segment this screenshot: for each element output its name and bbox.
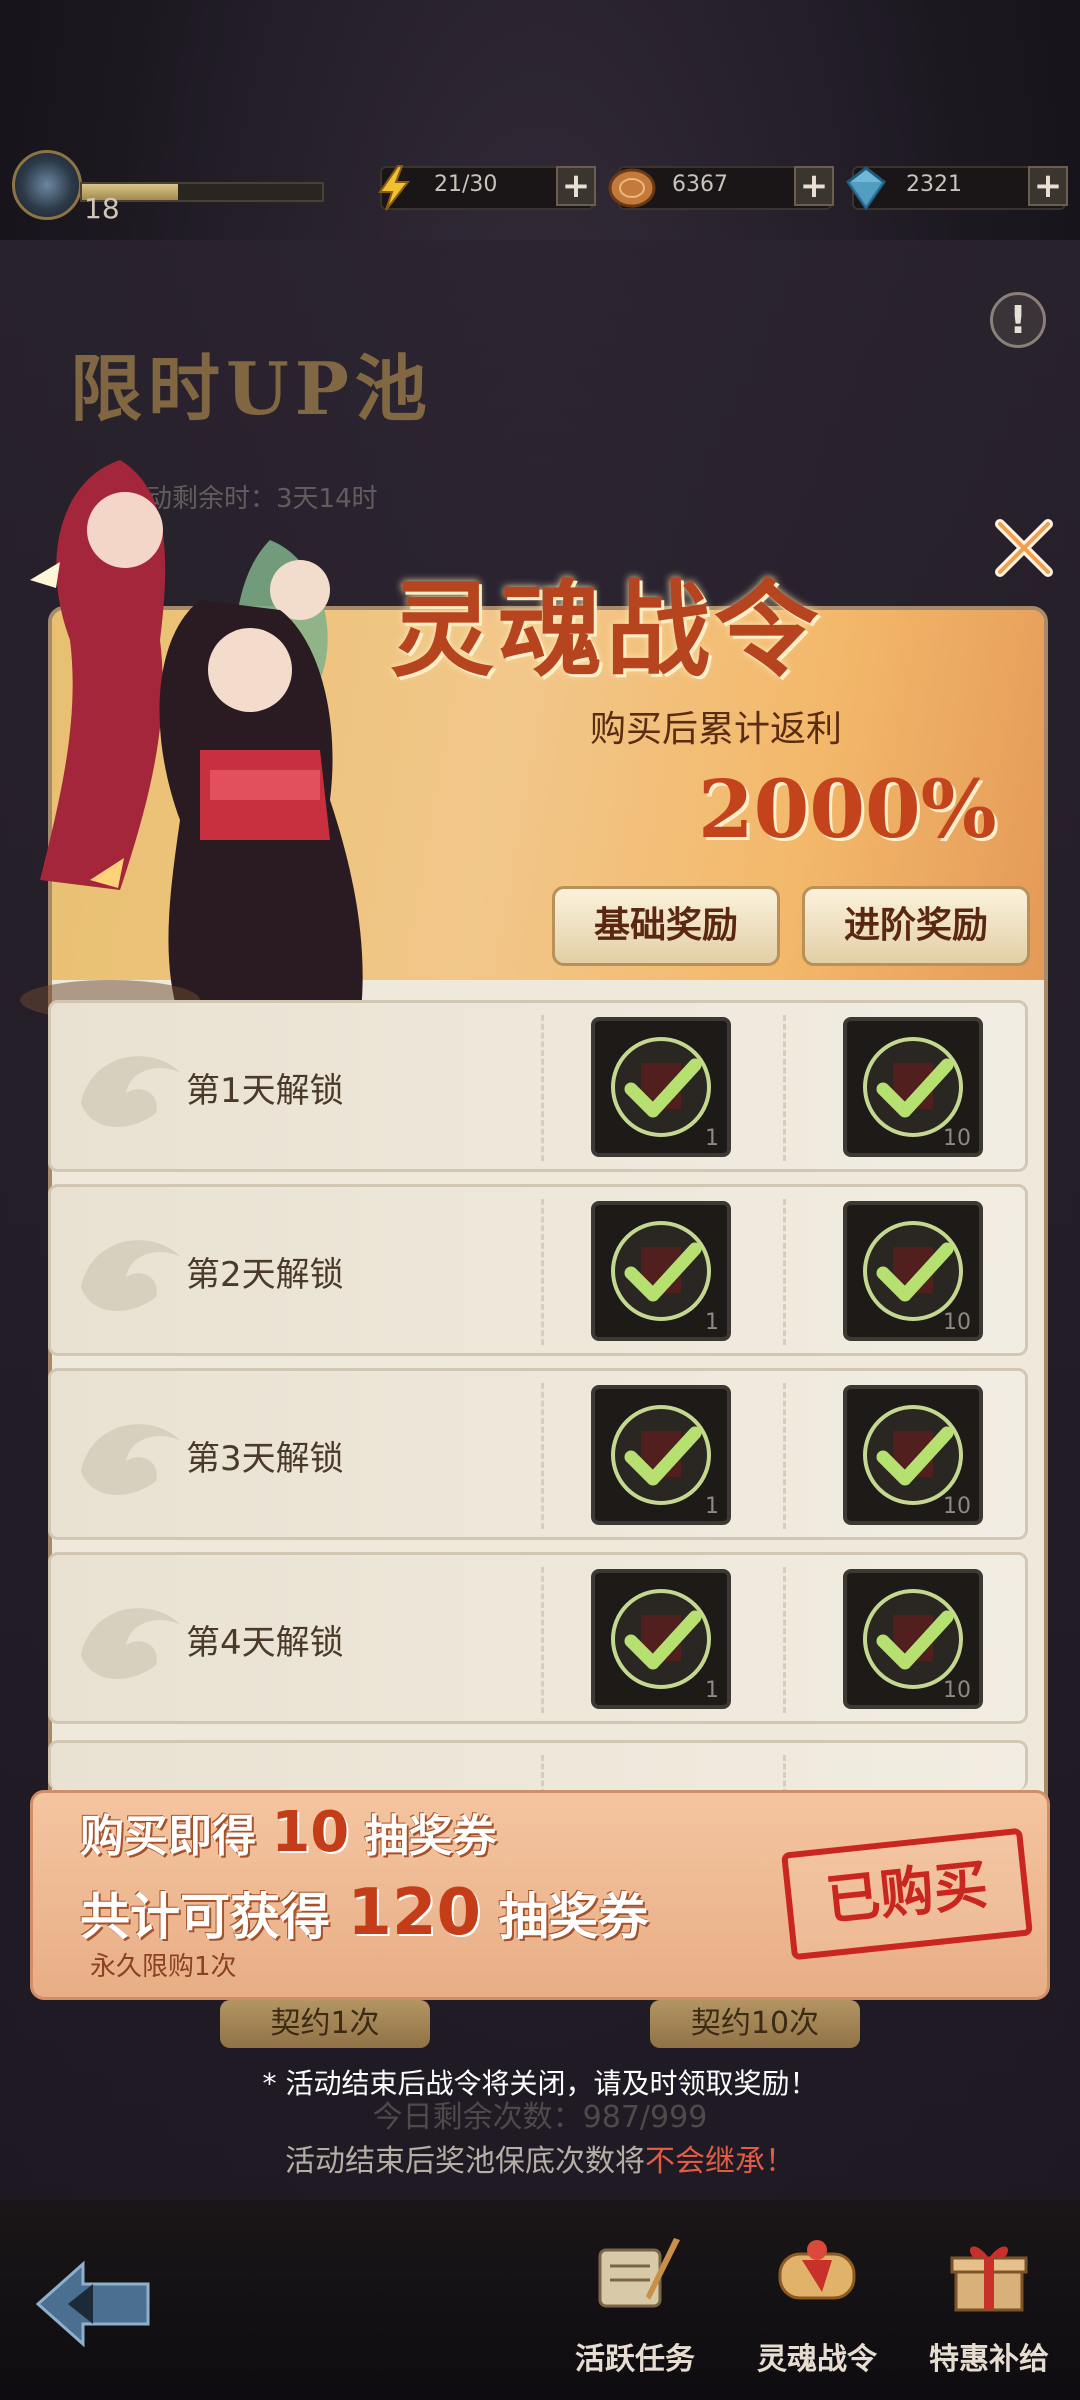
reward-quantity: 10 (943, 1310, 971, 1335)
claimed-check-icon (611, 1221, 711, 1321)
nav-special-supply-label: 特惠补给 (929, 2342, 1049, 2377)
row-divider (541, 1199, 544, 1345)
nav-active-tasks[interactable]: 活跃任务 (550, 2230, 720, 2380)
modal-subtitle: 购买后累计返利 (590, 709, 843, 750)
gem-resource: 2321 + (845, 166, 1068, 211)
reward-row-label: 第2天解锁 (186, 1255, 344, 1295)
gift-box-icon (950, 2246, 1028, 2312)
add-gems-button[interactable]: + (1028, 166, 1068, 206)
purchase-line-2: 共计可获得 120 抽奖券 (80, 1876, 648, 1950)
tab-basic-rewards[interactable]: 基础奖励 (552, 886, 780, 966)
nav-active-tasks-label: 活跃任务 (575, 2342, 695, 2377)
coin-icon (608, 168, 656, 208)
pity-warning-text: 活动结束后奖池保底次数将 (285, 2144, 645, 2179)
reward-row-label: 第4天解锁 (186, 1623, 344, 1663)
row-divider (541, 1567, 544, 1713)
reward-row-partial (48, 1740, 1028, 1795)
scroll-quill-icon (598, 2238, 680, 2308)
pity-warning: 活动结束后奖池保底次数将不会继承！ (0, 2136, 1080, 2180)
basic-reward-item[interactable]: 1 (591, 1385, 731, 1525)
advanced-reward-item[interactable]: 10 (843, 1569, 983, 1709)
reward-quantity: 10 (943, 1494, 971, 1519)
back-arrow-icon[interactable] (28, 2254, 158, 2354)
basic-reward-item[interactable]: 1 (591, 1201, 731, 1341)
reward-quantity: 1 (705, 1494, 719, 1519)
energy-value: 21/30 (434, 172, 498, 197)
add-coins-button[interactable]: + (794, 166, 834, 206)
basic-reward-item[interactable]: 1 (591, 1017, 731, 1157)
coin-value: 6367 (672, 172, 728, 197)
remaining-draws: 今日剩余次数：987/999 (372, 2100, 708, 2135)
heroes-illustration (20, 460, 363, 1020)
row-divider (541, 1015, 544, 1161)
claimed-check-icon (611, 1589, 711, 1689)
reward-row: 第1天解锁 1 10 (48, 1000, 1028, 1172)
draw-ten-button[interactable]: 契约10次 (650, 2000, 860, 2048)
claimed-check-icon (611, 1405, 711, 1505)
nav-soul-pass-label: 灵魂战令 (757, 2342, 877, 2377)
purchase-limit-note: 永久限购1次 (90, 1952, 237, 1982)
advanced-reward-item[interactable]: 10 (843, 1385, 983, 1525)
close-icon[interactable] (984, 508, 1064, 588)
modal-title: 灵魂战令 (390, 568, 823, 691)
advanced-reward-item[interactable]: 10 (843, 1017, 983, 1157)
row-divider (783, 1199, 786, 1345)
row-divider (783, 1015, 786, 1161)
level-emblem-icon[interactable] (12, 150, 82, 220)
purchase-line-1-num: 10 (271, 1800, 350, 1865)
row-divider (541, 1383, 544, 1529)
row-divider (783, 1383, 786, 1529)
purchase-line-1-suffix: 抽奖券 (364, 1811, 497, 1862)
purchase-line-1-prefix: 购买即得 (80, 1811, 256, 1862)
reward-row-label: 第3天解锁 (186, 1439, 344, 1479)
top-resource-bar: 18 21/30 + 6367 + 2321 + (0, 140, 1080, 240)
gem-value: 2321 (906, 172, 962, 197)
add-energy-button[interactable]: + (556, 166, 596, 206)
info-icon[interactable]: ! (990, 292, 1046, 348)
claimed-check-icon (863, 1405, 963, 1505)
purchase-line-2-prefix: 共计可获得 (80, 1888, 330, 1946)
nav-soul-pass[interactable]: 灵魂战令 (732, 2230, 902, 2380)
reward-quantity: 1 (705, 1678, 719, 1703)
reward-row: 第2天解锁 1 10 (48, 1184, 1028, 1356)
reward-quantity: 10 (943, 1678, 971, 1703)
reward-quantity: 1 (705, 1310, 719, 1335)
draw-once-button[interactable]: 契约1次 (220, 2000, 430, 2048)
claimed-check-icon (863, 1221, 963, 1321)
reward-quantity: 10 (943, 1126, 971, 1151)
purchase-line-2-suffix: 抽奖券 (498, 1888, 649, 1946)
purchase-line-2-num: 120 (347, 1876, 482, 1950)
reward-row: 第4天解锁 1 10 (48, 1552, 1028, 1724)
pity-warning-highlight: 不会继承！ (645, 2144, 795, 2179)
player-level: 18 (84, 192, 120, 225)
scroll-ribbon-icon (778, 2240, 856, 2300)
gem-icon (845, 166, 887, 211)
reward-row: 第3天解锁 1 10 (48, 1368, 1028, 1540)
lightning-icon (378, 165, 411, 211)
purchase-line-1: 购买即得 10 抽奖券 (80, 1800, 497, 1865)
rebate-percent: 2000% (698, 762, 997, 856)
row-divider (783, 1567, 786, 1713)
energy-resource: 21/30 + (378, 165, 596, 211)
tab-advanced-rewards[interactable]: 进阶奖励 (802, 886, 1030, 966)
reward-row-label: 第1天解锁 (186, 1071, 344, 1111)
claimed-check-icon (863, 1589, 963, 1689)
nav-special-supply[interactable]: 特惠补给 (904, 2230, 1074, 2380)
coin-resource: 6367 + (608, 166, 834, 210)
bottom-nav: 活跃任务 灵魂战令 特惠补给 (0, 2200, 1080, 2400)
claimed-check-icon (863, 1037, 963, 1137)
claimed-check-icon (611, 1037, 711, 1137)
advanced-reward-item[interactable]: 10 (843, 1201, 983, 1341)
reward-quantity: 1 (705, 1126, 719, 1151)
basic-reward-item[interactable]: 1 (591, 1569, 731, 1709)
